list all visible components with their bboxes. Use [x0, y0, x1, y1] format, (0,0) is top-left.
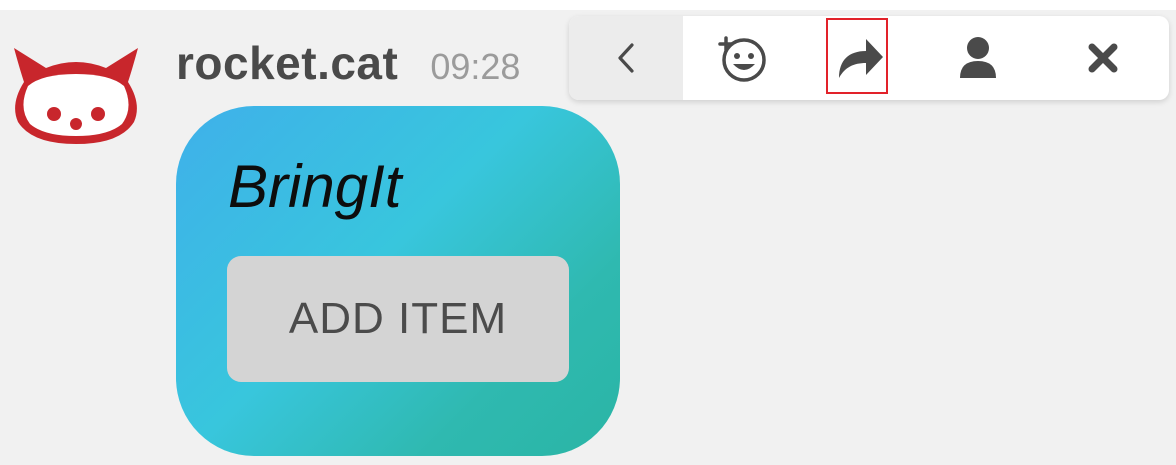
timestamp: 09:28 [430, 46, 521, 87]
close-button[interactable] [1037, 16, 1169, 100]
username[interactable]: rocket.cat [176, 36, 398, 90]
top-strip [0, 0, 1176, 10]
user-icon [960, 37, 996, 78]
chevron-left-icon [618, 43, 634, 73]
back-button[interactable] [569, 16, 683, 100]
forward-arrow-icon [839, 39, 883, 78]
emoji-add-icon [718, 36, 766, 82]
close-icon [1088, 43, 1118, 73]
rocket-cat-icon [14, 48, 138, 144]
avatar[interactable] [6, 38, 146, 146]
add-reaction-button[interactable] [683, 16, 801, 100]
card-title: BringIt [228, 153, 402, 220]
app-card: BringIt ADD ITEM [176, 106, 620, 456]
user-button[interactable] [919, 16, 1037, 100]
add-item-button[interactable]: ADD ITEM [227, 256, 569, 382]
message-action-toolbar [569, 16, 1169, 100]
forward-button[interactable] [801, 16, 919, 100]
message-header: rocket.cat 09:28 [176, 36, 520, 96]
